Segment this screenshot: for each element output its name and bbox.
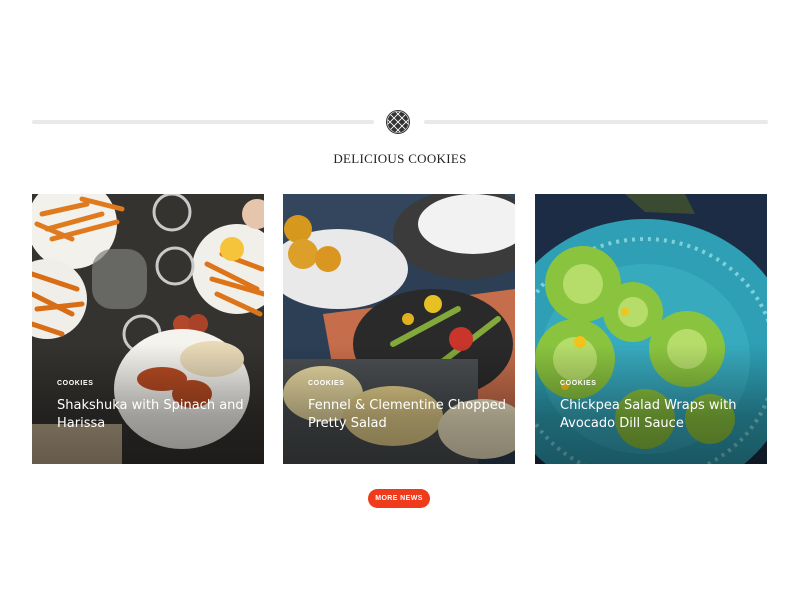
more-news-button[interactable]: MORE NEWS <box>368 489 430 508</box>
divider-line-left <box>32 120 374 124</box>
card-title[interactable]: Chickpea Salad Wraps with Avocado Dill S… <box>560 397 760 433</box>
recipe-card[interactable]: COOKIES Chickpea Salad Wraps with Avocad… <box>535 194 767 464</box>
card-category[interactable]: COOKIES <box>308 380 344 387</box>
recipe-card[interactable]: COOKIES Shakshuka with Spinach and Haris… <box>32 194 264 464</box>
divider-line-right <box>424 120 768 124</box>
recipe-cards: COOKIES Shakshuka with Spinach and Haris… <box>32 194 768 464</box>
section-divider <box>32 110 768 134</box>
recipe-card[interactable]: COOKIES Fennel & Clementine Chopped Pret… <box>283 194 515 464</box>
waffle-pattern-icon <box>386 110 410 134</box>
card-title[interactable]: Shakshuka with Spinach and Harissa <box>57 397 257 433</box>
card-title[interactable]: Fennel & Clementine Chopped Pretty Salad <box>308 397 508 433</box>
card-category[interactable]: COOKIES <box>560 380 596 387</box>
card-category[interactable]: COOKIES <box>57 380 93 387</box>
section-title: DELICIOUS COOKIES <box>333 151 467 166</box>
